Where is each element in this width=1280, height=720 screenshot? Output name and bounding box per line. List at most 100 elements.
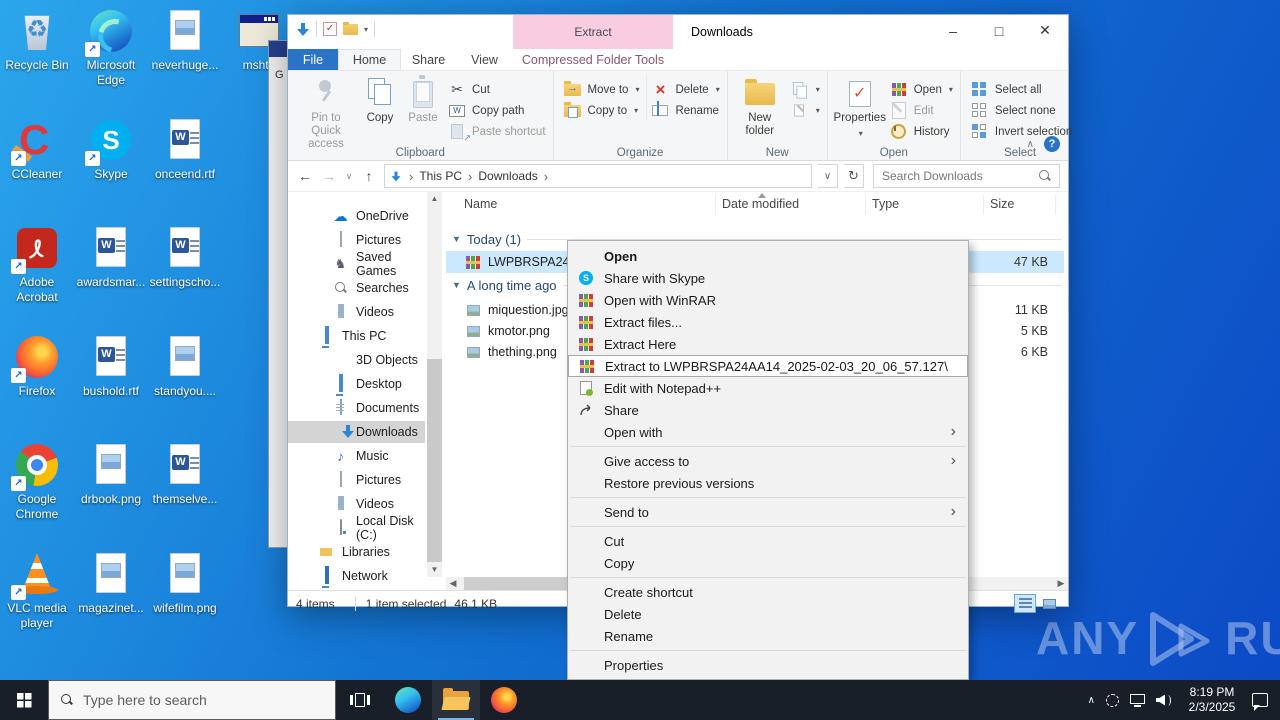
chevron-down-icon[interactable]: ▼ bbox=[452, 280, 461, 290]
desktop-icon-vlc-media-player[interactable]: ↗ VLC media player bbox=[0, 551, 74, 631]
menu-item-delete[interactable]: Delete bbox=[568, 603, 968, 625]
tray-circle-icon[interactable] bbox=[1106, 693, 1119, 707]
desktop-icon-onceend-rtf[interactable]: Wonceend.rtf bbox=[148, 117, 222, 182]
start-button[interactable] bbox=[0, 680, 48, 720]
desktop-icon-neverhuge[interactable]: neverhuge... bbox=[148, 8, 222, 73]
select-none-button[interactable]: Select none bbox=[967, 100, 1075, 121]
hidden-icons-chevron-icon[interactable]: ∧ bbox=[1088, 695, 1095, 706]
desktop-icon-themselve[interactable]: Wthemselve... bbox=[148, 442, 222, 507]
sidebar-item-this-pc[interactable]: This PC bbox=[288, 325, 425, 347]
menu-item-send-to[interactable]: Send to › bbox=[568, 501, 968, 523]
sidebar-item-music[interactable]: ♪ Music bbox=[288, 445, 425, 467]
desktop-icon-skype[interactable]: S ↗ Skype bbox=[74, 117, 148, 182]
rename-button[interactable]: Rename bbox=[647, 100, 722, 121]
copy-path-button[interactable]: W Copy path bbox=[444, 100, 549, 121]
delete-button[interactable]: × Delete ▾ bbox=[647, 79, 722, 100]
qat-customize-icon[interactable]: ▾ bbox=[364, 25, 368, 34]
sidebar-item-searches[interactable]: Searches bbox=[288, 277, 425, 299]
address-box[interactable]: › This PC › Downloads › bbox=[384, 164, 812, 188]
sidebar-item-videos[interactable]: Videos bbox=[288, 301, 425, 323]
sidebar-item-downloads[interactable]: Downloads bbox=[288, 421, 425, 443]
details-view-button[interactable] bbox=[1014, 594, 1036, 613]
menu-item-rename[interactable]: Rename bbox=[568, 625, 968, 647]
sidebar-item-documents[interactable]: Documents bbox=[288, 397, 425, 419]
select-all-button[interactable]: Select all bbox=[967, 79, 1075, 100]
move-to-button[interactable]: Move to ▾ bbox=[560, 79, 643, 100]
action-center-icon[interactable] bbox=[1252, 693, 1268, 711]
taskbar-edge-button[interactable] bbox=[384, 680, 432, 720]
desktop-icon-standyou[interactable]: standyou.... bbox=[148, 334, 222, 399]
sidebar-item-saved-games[interactable]: ♞ Saved Games bbox=[288, 250, 425, 278]
new-folder-button[interactable]: New folder bbox=[734, 75, 786, 141]
column-header-type[interactable]: Type bbox=[866, 195, 984, 214]
tab-file[interactable]: File bbox=[288, 49, 338, 70]
sidebar-item-videos[interactable]: Videos bbox=[288, 493, 425, 515]
sidebar-item-3d-objects[interactable]: 3D Objects bbox=[288, 349, 425, 371]
copy-button[interactable]: Copy bbox=[358, 75, 402, 128]
minimize-button[interactable]: – bbox=[930, 15, 976, 46]
recent-locations-icon[interactable]: ∨ bbox=[344, 171, 354, 182]
menu-item-properties[interactable]: Properties bbox=[568, 654, 968, 676]
tab-home[interactable]: Home bbox=[338, 49, 401, 70]
scroll-right-icon[interactable]: ▶ bbox=[1054, 577, 1068, 590]
new-item-button[interactable]: ▾ bbox=[786, 79, 823, 100]
column-header-date-modified[interactable]: Date modified bbox=[716, 193, 866, 214]
desktop-icon-awardsmar[interactable]: Wawardsmar... bbox=[74, 225, 148, 290]
menu-item-copy[interactable]: Copy bbox=[568, 552, 968, 574]
properties-qat-icon[interactable]: ✓ bbox=[323, 22, 337, 36]
up-icon[interactable]: ↑ bbox=[360, 168, 378, 184]
menu-item-open-with[interactable]: Open with › bbox=[568, 421, 968, 443]
taskbar-search[interactable]: Type here to search bbox=[48, 680, 336, 720]
menu-item-give-access-to[interactable]: Give access to › bbox=[568, 450, 968, 472]
taskbar-firefox-button[interactable] bbox=[480, 680, 528, 720]
thumbnail-view-button[interactable] bbox=[1038, 594, 1060, 613]
column-header-size[interactable]: Size bbox=[984, 195, 1056, 214]
desktop-icon-recycle-bin[interactable]: ♻ Recycle Bin bbox=[0, 8, 74, 73]
forward-icon[interactable]: → bbox=[320, 168, 338, 184]
cut-button[interactable]: ✂ Cut bbox=[444, 79, 549, 100]
paste-button[interactable]: Paste bbox=[402, 75, 444, 128]
menu-item-open[interactable]: Open bbox=[568, 245, 968, 267]
sidebar-item-libraries[interactable]: Libraries bbox=[288, 541, 425, 563]
help-icon[interactable]: ? bbox=[1044, 136, 1060, 152]
background-window[interactable]: G bbox=[268, 40, 288, 548]
copy-to-button[interactable]: Copy to ▾ bbox=[560, 100, 643, 121]
new-folder-qat-icon[interactable] bbox=[343, 21, 358, 35]
nav-scrollbar[interactable]: ▲ ▼ bbox=[427, 192, 442, 577]
volume-icon[interactable] bbox=[1156, 694, 1172, 707]
downloads-folder-icon[interactable] bbox=[296, 22, 310, 36]
menu-item-restore-previous-versions[interactable]: Restore previous versions bbox=[568, 472, 968, 494]
sidebar-item-desktop[interactable]: Desktop bbox=[288, 373, 425, 395]
sidebar-item-local-disk-c[interactable]: Local Disk (C:) bbox=[288, 514, 425, 542]
desktop-icon-google-chrome[interactable]: ↗ Google Chrome bbox=[0, 442, 74, 522]
desktop-icon-microsoft-edge[interactable]: ↗ Microsoft Edge bbox=[74, 8, 148, 88]
edit-button[interactable]: Edit bbox=[886, 100, 956, 121]
desktop-icon-adobe-acrobat[interactable]: ↗ Adobe Acrobat bbox=[0, 225, 74, 305]
back-icon[interactable]: ← bbox=[296, 168, 314, 184]
open-button[interactable]: Open ▾ bbox=[886, 79, 956, 100]
menu-item-create-shortcut[interactable]: Create shortcut bbox=[568, 581, 968, 603]
menu-item-share-with-skype[interactable]: S Share with Skype bbox=[568, 267, 968, 289]
sidebar-item-onedrive[interactable]: ☁ OneDrive bbox=[288, 205, 425, 227]
menu-item-cut[interactable]: Cut bbox=[568, 530, 968, 552]
history-button[interactable]: History bbox=[886, 121, 956, 142]
pin-to-quick-access-button[interactable]: Pin to Quick access bbox=[294, 75, 358, 154]
scroll-up-icon[interactable]: ▲ bbox=[427, 192, 442, 206]
desktop-icon-firefox[interactable]: ↗ Firefox bbox=[0, 334, 74, 399]
taskbar-explorer-button[interactable] bbox=[432, 680, 480, 720]
desktop-icon-magazinet[interactable]: magazinet... bbox=[74, 551, 148, 616]
menu-item-edit-with-notepad[interactable]: Edit with Notepad++ bbox=[568, 377, 968, 399]
network-icon[interactable] bbox=[1130, 693, 1145, 707]
tab-view[interactable]: View bbox=[456, 49, 513, 70]
breadcrumb-this-pc[interactable]: This PC bbox=[419, 169, 462, 183]
search-box[interactable]: Search Downloads bbox=[873, 164, 1060, 188]
close-button[interactable]: ✕ bbox=[1022, 15, 1068, 46]
scroll-down-icon[interactable]: ▼ bbox=[427, 563, 442, 577]
tab-share[interactable]: Share bbox=[401, 49, 456, 70]
chevron-down-icon[interactable]: ▼ bbox=[452, 234, 461, 244]
refresh-icon[interactable]: ↻ bbox=[844, 164, 864, 188]
desktop-icon-drbook-png[interactable]: drbook.png bbox=[74, 442, 148, 507]
address-dropdown-icon[interactable]: ∨ bbox=[818, 164, 838, 188]
task-view-button[interactable] bbox=[336, 680, 384, 720]
collapse-ribbon-icon[interactable]: ∧ bbox=[1027, 139, 1034, 150]
